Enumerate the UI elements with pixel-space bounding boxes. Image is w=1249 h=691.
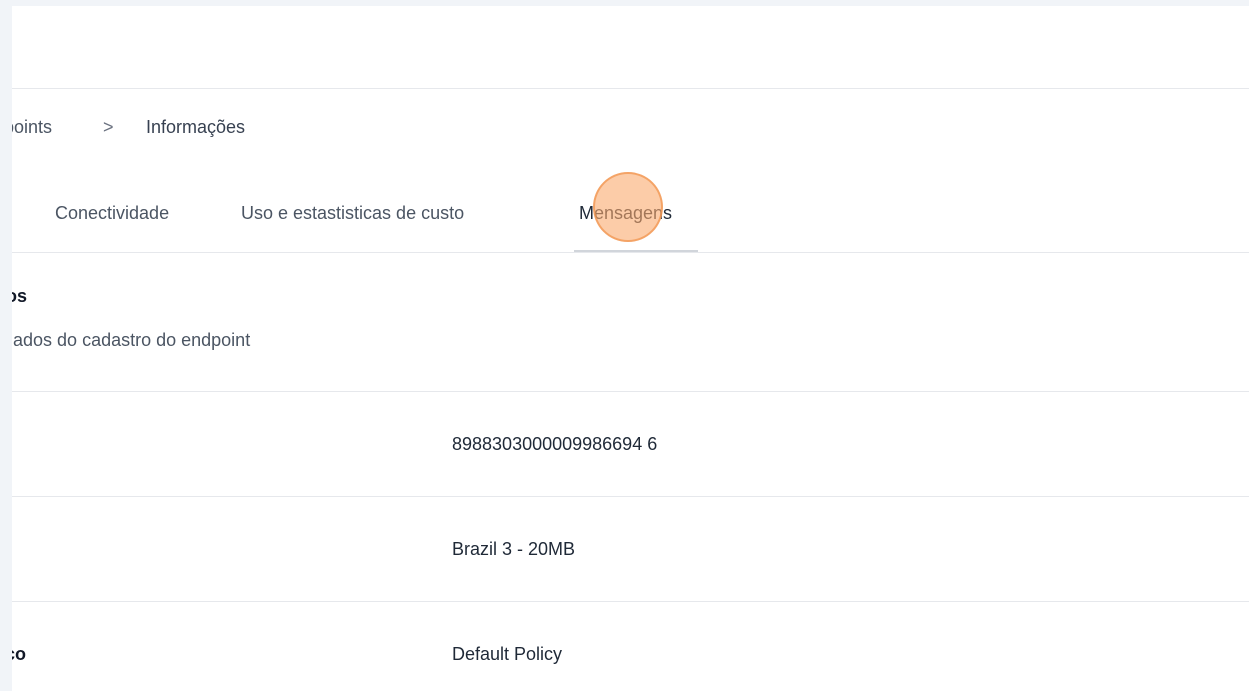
row-divider xyxy=(12,601,1249,602)
row-divider xyxy=(12,496,1249,497)
policy-value: Default Policy xyxy=(452,644,563,664)
top-bar xyxy=(12,6,1249,89)
row-label: co xyxy=(12,644,27,664)
tab-underline xyxy=(574,250,698,252)
iccid-value: 8988303000009986694 6 xyxy=(452,434,658,454)
tab-conectividade[interactable]: Conectividade xyxy=(55,203,169,224)
click-indicator xyxy=(593,172,663,242)
breadcrumb-separator-icon: > xyxy=(103,117,114,137)
plan-value: Brazil 3 - 20MB xyxy=(452,539,576,559)
breadcrumb-item-endpoints[interactable]: points xyxy=(12,117,52,138)
breadcrumb-item-informacoes: Informações xyxy=(146,117,246,137)
section-subtitle: dados do cadastro do endpoint xyxy=(12,330,251,350)
page-content: points > Informações Conectividade Uso e… xyxy=(12,6,1249,691)
tab-uso-e-estatisticas[interactable]: Uso e estastisticas de custo xyxy=(241,203,464,224)
row-divider xyxy=(12,391,1249,392)
section-title: os xyxy=(12,286,28,306)
